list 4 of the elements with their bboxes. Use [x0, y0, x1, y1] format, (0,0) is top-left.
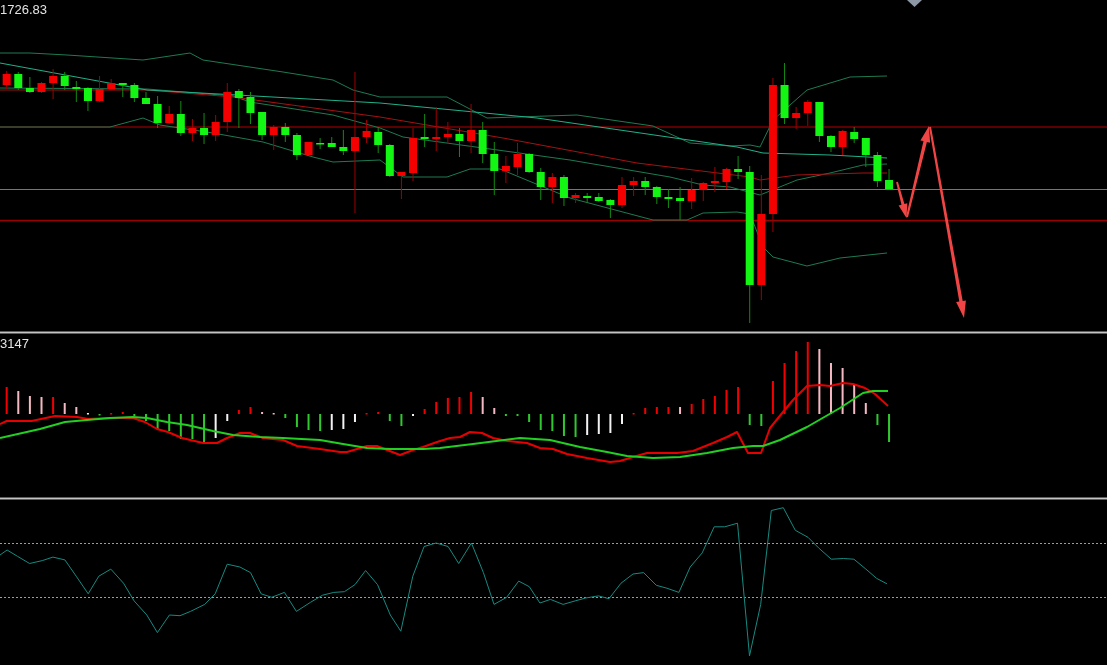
- down-arrow: [896, 181, 908, 218]
- triangle-marker-icon[interactable]: [907, 0, 922, 7]
- price-label: 1726.83: [0, 2, 47, 18]
- indicator-value-label: 3147: [0, 336, 29, 352]
